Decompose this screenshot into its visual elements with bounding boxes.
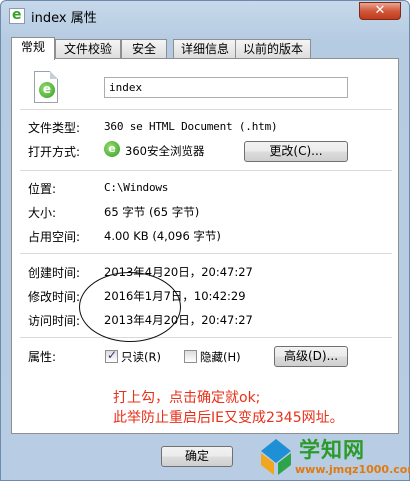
divider xyxy=(20,337,392,338)
size-on-disk-label: 占用空间: xyxy=(28,230,81,244)
size-on-disk-value: 4.00 KB (4,096 字节) xyxy=(104,229,221,243)
highlight-circle xyxy=(79,272,181,342)
change-button[interactable]: 更改(C)... xyxy=(244,141,348,162)
readonly-checkbox[interactable] xyxy=(105,348,118,363)
divider xyxy=(20,109,392,110)
attributes-label: 属性: xyxy=(28,350,57,364)
open-with-label: 打开方式: xyxy=(28,145,81,159)
close-button[interactable]: ✕ xyxy=(359,2,401,20)
readonly-label[interactable]: 只读(R) xyxy=(121,349,161,365)
watermark-logo-icon xyxy=(261,439,291,475)
hidden-checkbox[interactable] xyxy=(184,350,197,363)
annotation-line-1: 打上勾，点击确定就ok; xyxy=(113,390,261,406)
hidden-label[interactable]: 隐藏(H) xyxy=(200,349,241,365)
properties-window: index 属性 ✕ 常规 文件校验 安全 详细信息 以前的版本 e index… xyxy=(0,0,410,481)
ok-button[interactable]: 确定 xyxy=(161,446,233,467)
accessed-label: 访问时间: xyxy=(28,314,81,328)
tab-general[interactable]: 常规 xyxy=(11,37,55,60)
watermark-title: 学知网 xyxy=(299,438,365,462)
size-value: 65 字节 (65 字节) xyxy=(104,205,200,219)
file-type-label: 文件类型: xyxy=(28,121,81,135)
title-bar[interactable]: index 属性 ✕ xyxy=(1,1,409,31)
browser-logo-icon: e xyxy=(39,82,55,98)
location-label: 位置: xyxy=(28,182,57,196)
modified-label: 修改时间: xyxy=(28,290,81,304)
file-name-input[interactable]: index xyxy=(104,77,348,98)
tab-security[interactable]: 安全 xyxy=(121,39,167,59)
tab-details[interactable]: 详细信息 xyxy=(173,39,237,59)
divider xyxy=(20,170,392,171)
watermark-url: www.jmqz1000.com xyxy=(295,463,410,476)
location-value: C:\Windows xyxy=(104,181,169,194)
360-browser-icon: e xyxy=(104,141,120,157)
open-with-value: 360安全浏览器 xyxy=(125,144,205,158)
tab-file-hash[interactable]: 文件校验 xyxy=(55,39,121,59)
divider xyxy=(20,253,392,254)
general-panel: e index 文件类型: 360 se HTML Document (.htm… xyxy=(11,58,399,434)
tab-previous-versions[interactable]: 以前的版本 xyxy=(235,39,311,59)
annotation-line-2: 此举防止重启后IE又变成2345网址。 xyxy=(113,410,344,426)
created-label: 创建时间: xyxy=(28,266,81,280)
html-file-icon xyxy=(9,7,25,24)
advanced-button[interactable]: 高级(D)... xyxy=(274,346,348,367)
html-file-icon: e xyxy=(34,71,58,103)
window-title: index 属性 xyxy=(31,11,97,26)
file-type-value: 360 se HTML Document (.htm) xyxy=(104,120,278,133)
size-label: 大小: xyxy=(28,206,57,220)
